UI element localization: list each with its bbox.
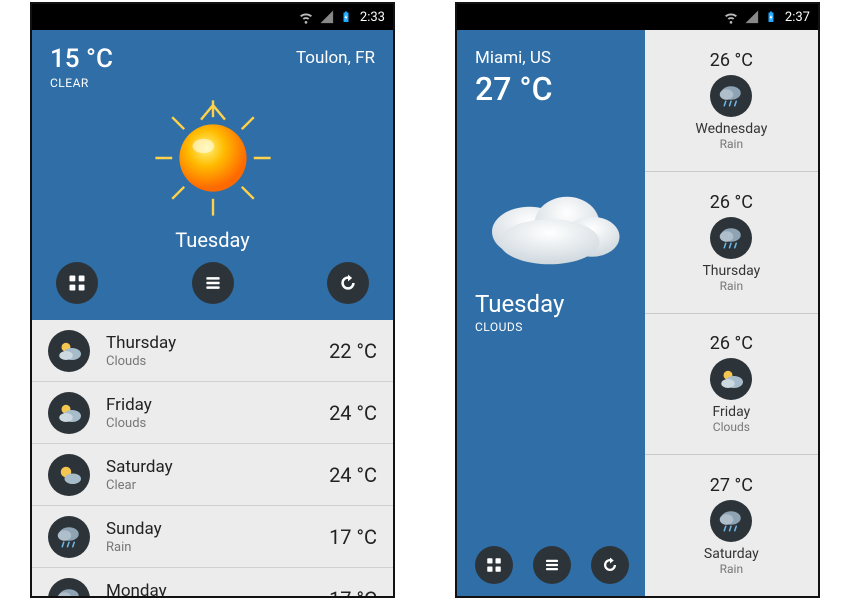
weather-icon [48,454,90,496]
forecast-temp: 26 °C [710,333,753,354]
today-label: Tuesday [50,228,375,252]
forecast-day: Sunday [106,519,162,539]
forecast-temp: 24 °C [329,463,377,487]
forecast-temp: 24 °C [329,401,377,425]
weather-icon [48,330,90,372]
wifi-icon [298,9,314,25]
menu-button[interactable] [533,546,571,584]
today-label: Tuesday [475,290,629,318]
forecast-temp: 26 °C [710,192,753,213]
forecast-condition: Clouds [106,416,152,431]
phone-left: 2:33 15 °C CLEAR Toulon, FR Tuesday Thur… [30,2,395,598]
forecast-row[interactable]: ThursdayClouds 22 °C [32,320,393,382]
forecast-list[interactable]: 26 °CWednesdayRain26 °CThursdayRain26 °C… [645,30,818,596]
forecast-row[interactable]: SundayRain 17 °C [32,506,393,568]
grid-button[interactable] [56,262,98,304]
current-condition: CLEAR [50,76,113,90]
forecast-day: Saturday [704,546,759,562]
weather-icon [710,75,752,117]
forecast-temp: 26 °C [710,50,753,71]
grid-button[interactable] [475,546,513,584]
forecast-condition: Clouds [106,354,176,369]
forecast-day: Friday [712,404,750,420]
forecast-condition: Clear [106,478,173,493]
signal-icon [320,10,334,24]
refresh-button[interactable] [591,546,629,584]
forecast-day: Thursday [106,333,176,353]
current-temp: 15 °C [50,44,113,74]
sun-icon [153,98,273,222]
forecast-temp: 17 °C [329,525,377,549]
location-label[interactable]: Miami, US [475,48,629,68]
current-condition: CLOUDS [475,320,629,334]
hero-panel: 15 °C CLEAR Toulon, FR Tuesday [32,30,393,320]
forecast-temp: 27 °C [710,475,753,496]
wifi-icon [723,9,739,25]
forecast-condition: Rain [720,279,743,293]
status-bar: 2:33 [32,4,393,30]
forecast-temp: 22 °C [329,339,377,363]
status-bar: 2:37 [457,4,818,30]
forecast-day: Thursday [702,263,760,279]
forecast-condition: Rain [720,562,743,576]
current-temp: 27 °C [475,70,629,108]
status-time: 2:33 [360,10,385,25]
forecast-row[interactable]: SaturdayClear 24 °C [32,444,393,506]
forecast-day: Saturday [106,457,173,477]
weather-icon [48,516,90,558]
forecast-row[interactable]: FridayClouds 24 °C [32,382,393,444]
battery-icon [340,9,352,25]
forecast-row[interactable]: 26 °C WednesdayRain [645,30,818,172]
forecast-row[interactable]: 27 °C SaturdayRain [645,455,818,596]
refresh-button[interactable] [327,262,369,304]
battery-icon [765,9,777,25]
status-time: 2:37 [785,10,810,25]
forecast-row[interactable]: MondayRain17 °C [32,568,393,596]
weather-icon [710,500,752,542]
forecast-condition: Clouds [713,420,750,434]
forecast-day: Wednesday [695,121,767,137]
cloud-icon [477,178,627,272]
phone-right: 2:37 Miami, US 27 °C Tuesday CLOUDS 26 °… [455,2,820,598]
signal-icon [745,10,759,24]
forecast-condition: Rain [106,540,162,555]
forecast-row[interactable]: 26 °C FridayClouds [645,314,818,456]
forecast-list[interactable]: ThursdayClouds22 °CFridayClouds24 °CSatu… [32,320,393,596]
toolbar [50,262,375,316]
forecast-temp: 17 °C [329,587,377,597]
location-label[interactable]: Toulon, FR [296,48,375,68]
weather-icon [710,358,752,400]
menu-button[interactable] [192,262,234,304]
weather-icon [48,392,90,434]
forecast-day: Monday [106,581,167,597]
forecast-day: Friday [106,395,152,415]
weather-icon [710,217,752,259]
forecast-row[interactable]: 26 °C ThursdayRain [645,172,818,314]
toolbar [475,536,629,584]
hero-panel: Miami, US 27 °C Tuesday CLOUDS [457,30,645,596]
weather-icon [48,578,90,597]
forecast-condition: Rain [720,137,743,151]
